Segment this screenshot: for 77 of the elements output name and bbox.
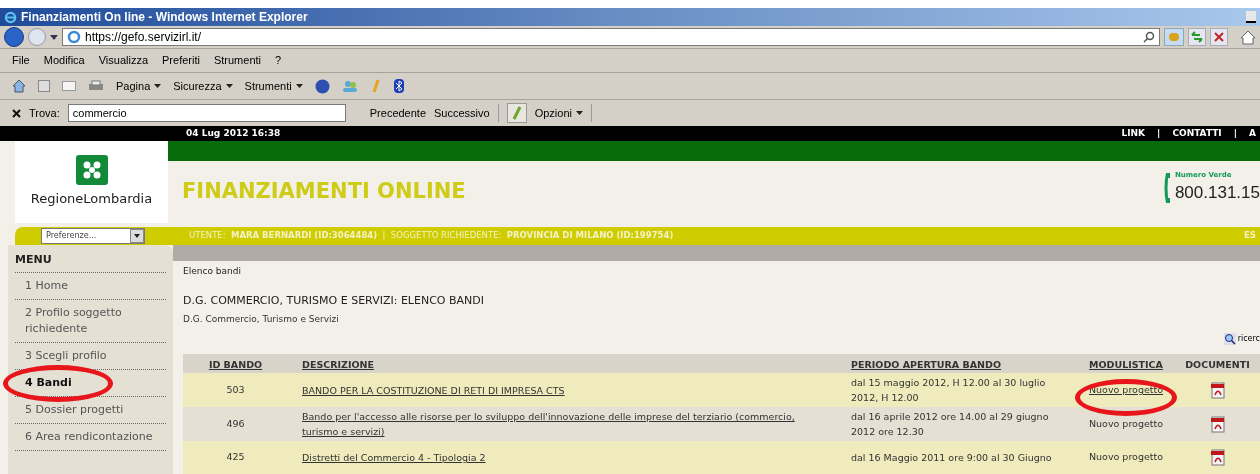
caret-icon[interactable] (225, 84, 233, 88)
find-button[interactable]: Successivo (434, 104, 490, 122)
find-label: Trova: (29, 105, 60, 121)
sidebar-item[interactable]: 1 Home (15, 273, 166, 300)
column-header[interactable]: ID BANDO (208, 357, 263, 372)
pdf-icon[interactable] (1209, 381, 1226, 399)
page-heading: D.G. COMMERCIO, TURISMO E SERVIZI: ELENCO BANDI (183, 293, 485, 309)
breadcrumb: Elenco bandi (183, 264, 242, 278)
address-bar[interactable]: https://gefo.servizirl.it/ (62, 28, 1160, 46)
toolbar-menu[interactable]: Strumenti (244, 77, 303, 95)
phone-icon (1162, 171, 1171, 204)
top-link[interactable]: A (1249, 126, 1256, 141)
user-info: UTENTE: MARA BERNARDI (ID:3064484) | SOGGETTO RICHIEDENTE: PROVINCIA DI MILANO (ID:199754) (189, 229, 674, 242)
bluetooth-icon[interactable] (393, 79, 404, 93)
menu-item[interactable]: ? (275, 52, 282, 69)
search-icon[interactable] (1223, 333, 1236, 345)
pdf-icon[interactable] (1209, 415, 1226, 433)
top-link[interactable]: LINK (1121, 126, 1146, 141)
browser-logo-icon (4, 10, 17, 24)
sidebar-item[interactable]: 4 Bandi (15, 370, 166, 397)
caret-icon[interactable] (295, 84, 303, 88)
site-title: FINANZIAMENTI ONLINE (182, 178, 466, 205)
search-link[interactable]: ricerc (1237, 333, 1260, 345)
toolbar-menu[interactable]: Pagina (116, 77, 162, 95)
description-link[interactable]: Distretti del Commercio 4 - Tipologia 2 (302, 450, 831, 465)
window-title: Finanziamenti On line - Windows Internet Explorer (21, 9, 308, 26)
sidebar-item[interactable]: 5 Dossier progetti (15, 397, 166, 424)
history-caret-icon[interactable] (50, 34, 58, 40)
form-link[interactable]: Nuovo progetto (1088, 416, 1164, 432)
table-cell: 425 (226, 450, 245, 465)
caret-icon[interactable] (154, 84, 162, 88)
find-field[interactable]: commercio (67, 104, 346, 122)
toolbar-menu[interactable]: Sicurezza (173, 77, 233, 95)
close-icon[interactable] (12, 108, 21, 118)
date-time: 04 Lug 2012 16:38 (186, 126, 281, 140)
table-cell-text: dal 16 Maggio 2011 ore 9:00 al 30 Giugno (851, 451, 1053, 465)
column-header[interactable]: DESCRIZIONE (302, 358, 374, 370)
description-link[interactable]: BANDO PER LA COSTITUZIONE DI RETI DI IMPRESA CTS (302, 382, 831, 398)
home-icon[interactable] (1240, 29, 1256, 45)
separator-text: | (1233, 126, 1238, 140)
find-button[interactable]: Precedente (369, 104, 427, 122)
back-button[interactable] (4, 27, 24, 47)
table-cell-text: dal 15 maggio 2012, H 12.00 al 30 luglio 2012, H 12.00 (851, 376, 1047, 405)
column-header[interactable]: MODULISTICA (1089, 357, 1163, 372)
menu-item[interactable]: Visualizza (98, 52, 149, 69)
menu-item[interactable]: File (12, 52, 30, 69)
minimize-button[interactable] (1246, 11, 1256, 23)
sidebar-item[interactable]: 3 Scegli profilo (15, 343, 166, 370)
sidebar-item[interactable]: 6 Area rendicontazione (15, 424, 166, 451)
sidebar-title: MENU (15, 247, 166, 273)
menu-item[interactable]: Strumenti (213, 52, 261, 69)
pdf-icon[interactable] (1209, 449, 1226, 466)
top-link[interactable]: CONTATTI (1172, 126, 1222, 141)
logo-text: RegioneLombardia (30, 190, 153, 208)
dropdown-caret-icon[interactable] (130, 228, 144, 243)
home-icon[interactable] (12, 79, 26, 93)
description-link[interactable]: Bando per l'accesso alle risorse per lo sviluppo dell'innovazione delle imprese del terziario (commercio, turismo e servizi) (302, 409, 831, 439)
table-cell-text: 503 (226, 382, 245, 397)
sidebar-item[interactable]: 2 Profilo soggetto richiedente (15, 300, 166, 343)
caret-icon[interactable] (575, 111, 583, 115)
page-subheading: D.G. Commercio, Turismo e Servizi (183, 312, 340, 326)
table-cell-text: dal 16 aprile 2012 ore 14.00 al 29 giugno 2012 ore 12.30 (851, 410, 1050, 439)
form-link[interactable]: Nuovo progetto (1088, 450, 1164, 465)
options-menu[interactable]: Opzioni (534, 104, 583, 122)
menu-item[interactable]: Modifica (43, 52, 85, 69)
separator-text: | (1157, 126, 1161, 140)
page-icon (67, 30, 81, 44)
region-logo-icon (75, 155, 108, 185)
menu-item[interactable]: Preferiti (162, 52, 200, 69)
search-icon[interactable] (1143, 31, 1155, 43)
preferences-select[interactable]: Preferenze... (41, 227, 145, 244)
column-header: DOCUMENTI (1185, 357, 1250, 372)
hotline-number: 800.131.15 (1174, 182, 1260, 205)
refresh-icon[interactable] (1188, 28, 1206, 46)
printer-icon[interactable] (88, 79, 104, 93)
column-header[interactable]: PERIODO APERTURA BANDO (851, 358, 1001, 370)
table-cell-text: 496 (226, 416, 245, 431)
